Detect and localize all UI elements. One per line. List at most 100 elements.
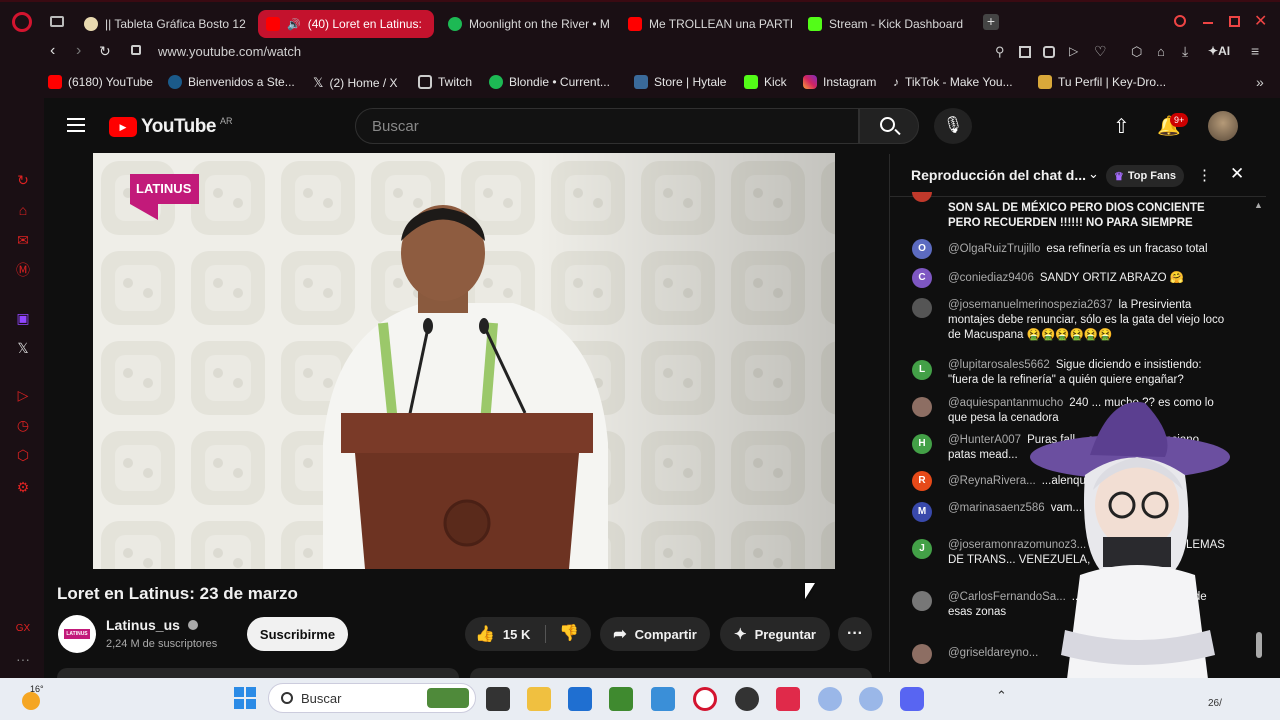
reload-icon[interactable]: ↻ <box>99 43 111 60</box>
minimize-icon[interactable] <box>1203 22 1213 24</box>
heart-icon[interactable]: ♡ <box>1094 43 1107 60</box>
bookmark-tiktok[interactable]: ♪ TikTok - Make You... <box>893 75 1013 89</box>
weather-widget[interactable]: 16° <box>20 684 48 712</box>
store-icon[interactable] <box>568 687 592 711</box>
like-button[interactable]: 👍 15 K <box>465 617 545 651</box>
download-icon[interactable]: ⤓ <box>1182 43 1188 60</box>
tab-kick-dashboard[interactable]: Stream - Kick Dashboard <box>800 10 976 38</box>
aria-ai-button[interactable]: ✦AI <box>1208 44 1230 58</box>
taskview-icon[interactable] <box>486 687 510 711</box>
chat-avatar[interactable]: J <box>912 539 932 559</box>
bookmark-steam[interactable]: Bienvenidos a Ste... <box>168 75 295 89</box>
dislike-button[interactable]: 👎 <box>547 617 591 651</box>
chat-username[interactable]: @lupitarosales5662 <box>948 359 1050 371</box>
chat-username[interactable]: @coniediaz9406 <box>948 272 1034 284</box>
tab-manager-icon[interactable] <box>50 16 64 27</box>
chat-avatar[interactable]: C <box>912 268 932 288</box>
tab-spotify[interactable]: Moonlight on the River • M <box>440 10 616 38</box>
discord-icon[interactable] <box>900 687 924 711</box>
speaker-icon[interactable]: 🔊 <box>287 18 301 31</box>
pin-icon[interactable]: ⚲ <box>995 44 1005 60</box>
settings-side-icon[interactable]: ⚙ <box>14 478 32 496</box>
twitch-side-icon[interactable]: ▣ <box>14 309 32 327</box>
clock[interactable]: 26/ <box>1208 698 1222 709</box>
back-icon[interactable]: ‹ <box>50 42 55 60</box>
share-button[interactable]: ➦ Compartir <box>600 617 710 651</box>
file-explorer-icon[interactable] <box>527 687 551 711</box>
start-button[interactable] <box>234 687 256 709</box>
bookmark-youtube[interactable]: (6180) YouTube <box>48 75 153 89</box>
shield-icon[interactable] <box>1043 46 1055 58</box>
screenshot-icon[interactable] <box>1019 46 1031 58</box>
bookmark-blondie[interactable]: Blondie • Current... <box>489 75 610 89</box>
chat-username[interactable]: @ReynaRivera... <box>948 475 1036 487</box>
ask-button[interactable]: ✦ Preguntar <box>720 617 830 651</box>
m-side-icon[interactable]: Ⓜ <box>14 261 32 279</box>
channel-avatar[interactable]: LATINUS <box>58 615 96 653</box>
mail-side-icon[interactable]: ✉ <box>14 231 32 249</box>
forward-icon[interactable]: › <box>76 42 81 60</box>
app-icon-2[interactable] <box>859 687 883 711</box>
tab-loret-latinus[interactable]: 🔊 (40) Loret en Latinus: <box>258 10 434 38</box>
yt-search-input[interactable]: Buscar <box>355 108 859 144</box>
chat-username[interactable]: @OlgaRuizTrujillo <box>948 243 1040 255</box>
chat-avatar[interactable] <box>912 298 932 318</box>
bookmark-keydrop[interactable]: Tu Perfil | Key-Dro... <box>1038 75 1166 89</box>
chat-header-title[interactable]: Reproducción del chat d... <box>911 167 1086 183</box>
player-side-icon[interactable]: ▷ <box>14 386 32 404</box>
channel-name[interactable]: Latinus_us <box>106 617 198 633</box>
extensions-icon[interactable]: ⬡ <box>1131 44 1142 60</box>
refresh-side-icon[interactable]: ↻ <box>14 171 32 189</box>
extensions-side-icon[interactable]: ⬡ <box>14 446 32 464</box>
yt-search-button[interactable] <box>859 108 919 144</box>
bookmark-kick[interactable]: Kick <box>744 75 787 89</box>
chat-avatar[interactable] <box>912 397 932 417</box>
bookmark-x[interactable]: 𝕏 (2) Home / X <box>313 75 398 91</box>
close-window-icon[interactable]: ✕ <box>1254 11 1267 31</box>
chat-avatar[interactable]: O <box>912 239 932 259</box>
avatar[interactable] <box>1208 111 1238 141</box>
scroll-up-icon[interactable]: ▲ <box>1254 200 1263 210</box>
upload-icon[interactable]: ⇧ <box>1113 114 1130 139</box>
more-actions-button[interactable]: ··· <box>838 617 872 651</box>
scroll-thumb[interactable] <box>1256 632 1262 658</box>
chat-avatar[interactable]: L <box>912 360 932 380</box>
chat-username[interactable]: @josemanuelmerinospezia2637 <box>948 299 1112 311</box>
tray-chevron-icon[interactable]: ⌃ <box>996 688 1007 704</box>
maximize-icon[interactable] <box>1229 16 1240 27</box>
yt-hamburger-icon[interactable] <box>67 118 85 132</box>
chat-menu-icon[interactable]: ⋮ <box>1197 166 1212 184</box>
x-side-icon[interactable]: 𝕏 <box>14 339 32 357</box>
chat-scrollbar[interactable]: ▲ <box>1254 200 1263 670</box>
voice-search-button[interactable]: 🎙 <box>934 108 972 144</box>
opera-gx-taskbar-icon[interactable] <box>693 687 717 711</box>
minecraft-icon[interactable] <box>609 687 633 711</box>
more-bookmarks-icon[interactable]: » <box>1256 74 1264 90</box>
url-field[interactable]: www.youtube.com/watch <box>158 44 301 59</box>
top-fans-badge[interactable]: ♛ Top Fans <box>1106 165 1184 187</box>
tab-trollean[interactable]: Me TROLLEAN una PARTI <box>620 10 796 38</box>
chat-username[interactable]: @HunterA007 <box>948 434 1021 446</box>
bag-side-icon[interactable]: ⌂ <box>14 201 32 219</box>
chat-avatar[interactable]: R <box>912 471 932 491</box>
search-tabs-icon[interactable] <box>1174 15 1186 27</box>
chat-avatar[interactable] <box>912 644 932 664</box>
opera-logo-icon[interactable] <box>12 12 32 32</box>
play-icon[interactable]: ▷ <box>1069 44 1078 58</box>
chevron-down-icon[interactable]: ⌄ <box>1088 166 1099 182</box>
close-chat-icon[interactable]: ✕ <box>1230 164 1244 184</box>
subscribe-button[interactable]: Suscribirme <box>247 617 348 651</box>
chat-avatar[interactable]: H <box>912 434 932 454</box>
video-player[interactable]: LATINUS <box>93 153 835 569</box>
history-side-icon[interactable]: ◷ <box>14 416 32 434</box>
bookmark-twitch[interactable]: Twitch <box>418 75 472 89</box>
menu-icon[interactable]: ≡ <box>1251 43 1259 59</box>
gx-side-icon[interactable]: GX <box>14 620 32 638</box>
obs-icon[interactable] <box>735 687 759 711</box>
bookmark-hytale[interactable]: Store | Hytale <box>634 75 726 89</box>
bookmark-instagram[interactable]: Instagram <box>803 75 876 89</box>
yt-logo[interactable]: ▶ YouTube AR <box>109 116 232 138</box>
chat-avatar[interactable] <box>912 591 932 611</box>
taskbar-search[interactable]: Buscar <box>268 683 476 713</box>
wallet-icon[interactable]: ⌂ <box>1157 44 1165 59</box>
